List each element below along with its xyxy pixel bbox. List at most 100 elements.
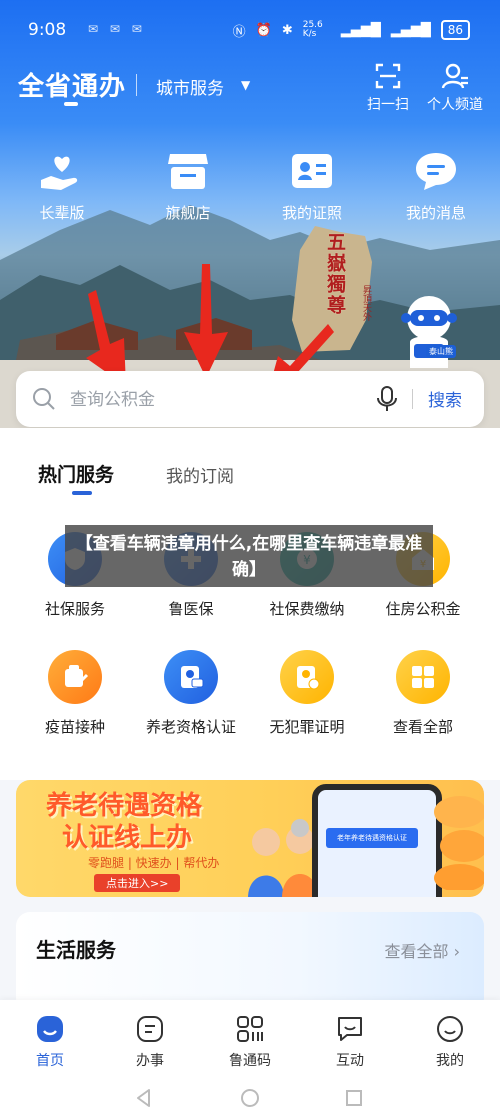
quick-label: 旗舰店 (165, 204, 211, 222)
app-title: 全省通办 (18, 72, 127, 102)
nav-label: 首页 (36, 1053, 64, 1069)
city-service-selector[interactable]: 城市服务 (156, 74, 224, 99)
nav-label: 我的 (436, 1053, 464, 1069)
life-services-card: 生活服务 查看全部 › (16, 912, 484, 1012)
service-label: 社保费缴纳 (269, 600, 345, 618)
service-label: 鲁医保 (168, 600, 214, 618)
search-input[interactable] (68, 386, 372, 414)
search-button[interactable]: 搜索 (428, 386, 462, 411)
promo-section: 养老待遇资格 认证线上办 零跑腿 | 快速办 | 帮代办 点击进入>> 老年养老… (0, 780, 500, 910)
scan-label: 扫一扫 (367, 97, 409, 113)
search-divider (412, 389, 413, 409)
tab-active-indicator (72, 491, 92, 495)
stone-inscription: 五嶽獨尊 (324, 232, 346, 316)
quick-label: 我的消息 (405, 204, 466, 222)
phone-illustration: 老年养老待遇资格认证 (312, 784, 442, 897)
nav-lutong-code[interactable]: 鲁通码 (210, 1014, 290, 1070)
scan-icon (375, 63, 401, 89)
recent-apps-icon[interactable] (344, 1088, 364, 1108)
nav-services[interactable]: 办事 (110, 1014, 190, 1070)
banner-title: 养老待遇资格 认证线上办 (46, 790, 202, 854)
service-view-all[interactable]: 查看全部 (368, 650, 478, 737)
nav-label: 办事 (136, 1053, 164, 1069)
nav-home[interactable]: 首页 (10, 1014, 90, 1070)
search-icon (33, 388, 55, 410)
profile-channel-button[interactable]: 个人频道 (420, 62, 490, 114)
nav-mine[interactable]: 我的 (410, 1014, 490, 1070)
decorative-shapes (434, 796, 484, 890)
back-icon[interactable] (134, 1088, 154, 1108)
tab-hot-services[interactable]: 热门服务 (38, 460, 114, 487)
pension-cert-icon (164, 650, 218, 704)
quick-flagship-store[interactable]: 旗舰店 (140, 150, 236, 223)
home-icon (37, 1016, 63, 1042)
nfc-icon: Ⓝ (232, 24, 246, 40)
net-speed: 25.6 K/s (302, 20, 323, 39)
nav-label: 鲁通码 (229, 1053, 271, 1069)
signal-icon-2: ▂▄▆█ (390, 22, 431, 38)
life-services-title: 生活服务 (36, 938, 116, 962)
id-card-icon (292, 154, 332, 188)
service-no-criminal-record[interactable]: 无犯罪证明 (252, 650, 362, 737)
service-label: 查看全部 (392, 718, 453, 736)
mascot-icon[interactable] (396, 292, 462, 372)
alarm-icon: ⏰ (255, 22, 272, 38)
bluetooth-icon: ✱ (281, 22, 293, 38)
chevron-down-icon[interactable]: ▼ (241, 78, 250, 92)
quick-label: 长辈版 (39, 204, 85, 222)
service-vaccination[interactable]: 疫苗接种 (20, 650, 130, 737)
banner-title-line2: 认证线上办 (62, 823, 193, 853)
mascot-label: 泰山熊 (426, 345, 456, 358)
red-arrow-annotation (184, 264, 228, 378)
header-divider (136, 74, 137, 96)
banner-enter-button[interactable]: 点击进入>> (94, 874, 181, 892)
quick-actions: 长辈版 旗舰店 我的证照 我的消息 (0, 150, 500, 230)
notification-icons: ✉ ✉ ✉ (88, 22, 146, 36)
signal-icon: ▂▄▆█ (340, 22, 381, 38)
pension-promo-banner[interactable]: 养老待遇资格 认证线上办 零跑腿 | 快速办 | 帮代办 点击进入>> 老年养老… (16, 780, 484, 897)
quick-my-messages[interactable]: 我的消息 (388, 150, 484, 223)
life-services-view-all[interactable]: 查看全部 › (385, 938, 461, 962)
grid-icon (396, 650, 450, 704)
service-label: 疫苗接种 (44, 718, 105, 736)
heart-hand-icon (41, 156, 78, 190)
tab-my-subscriptions[interactable]: 我的订阅 (166, 462, 234, 487)
service-pension-certification[interactable]: 养老资格认证 (136, 650, 246, 737)
service-label: 社保服务 (44, 600, 105, 618)
status-right: Ⓝ ⏰ ✱ 25.6 K/s ▂▄▆█ ▂▄▆█ 86 (233, 20, 470, 40)
nav-interaction[interactable]: 互动 (310, 1014, 390, 1070)
vaccine-icon (48, 650, 102, 704)
article-title-overlay: 【查看车辆违章用什么,在哪里查车辆违章最准确】 (65, 525, 433, 587)
hot-services-panel: 热门服务 我的订阅 社保服务 鲁医保 ¥ 社保费缴纳 ¥ 住房公积金 疫苗接种 (0, 428, 500, 780)
scan-button[interactable]: 扫一扫 (360, 62, 416, 114)
quick-my-licenses[interactable]: 我的证照 (264, 150, 360, 223)
system-navigation (0, 1080, 500, 1114)
nav-label: 互动 (336, 1053, 364, 1069)
status-bar: 9:08 ✉ ✉ ✉ Ⓝ ⏰ ✱ 25.6 K/s ▂▄▆█ ▂▄▆█ 86 (0, 0, 500, 62)
bottom-navigation: 首页 办事 鲁通码 互动 我的 (0, 1000, 500, 1080)
banner-title-line1: 养老待遇资格 (46, 791, 203, 821)
microphone-icon[interactable] (376, 386, 398, 412)
smile-icon (437, 1016, 463, 1042)
home-circle-icon[interactable] (240, 1088, 260, 1108)
stone-inscription-small: 昇頂天外 (361, 285, 371, 321)
quick-elder-version[interactable]: 长辈版 (14, 150, 110, 223)
service-label: 无犯罪证明 (269, 718, 345, 736)
battery-icon: 86 (440, 20, 470, 40)
qr-code-icon (237, 1016, 263, 1042)
top-bar: 全省通办 城市服务 ▼ 扫一扫 个人频道 (0, 62, 500, 122)
person-icon (441, 63, 468, 89)
phone-screen-text: 老年养老待遇资格认证 (326, 828, 418, 848)
title-underline (64, 102, 78, 106)
status-time: 9:08 (28, 20, 67, 40)
quick-label: 我的证照 (281, 204, 342, 222)
banner-tags: 零跑腿 | 快速办 | 帮代办 (88, 856, 220, 870)
chat-icon (338, 1017, 362, 1041)
service-label: 养老资格认证 (145, 718, 236, 736)
profile-label: 个人频道 (427, 97, 483, 113)
task-icon (137, 1016, 163, 1042)
search-bar: 搜索 (16, 371, 484, 427)
store-icon (168, 154, 208, 189)
certificate-icon (280, 650, 334, 704)
service-label: 住房公积金 (385, 600, 461, 618)
